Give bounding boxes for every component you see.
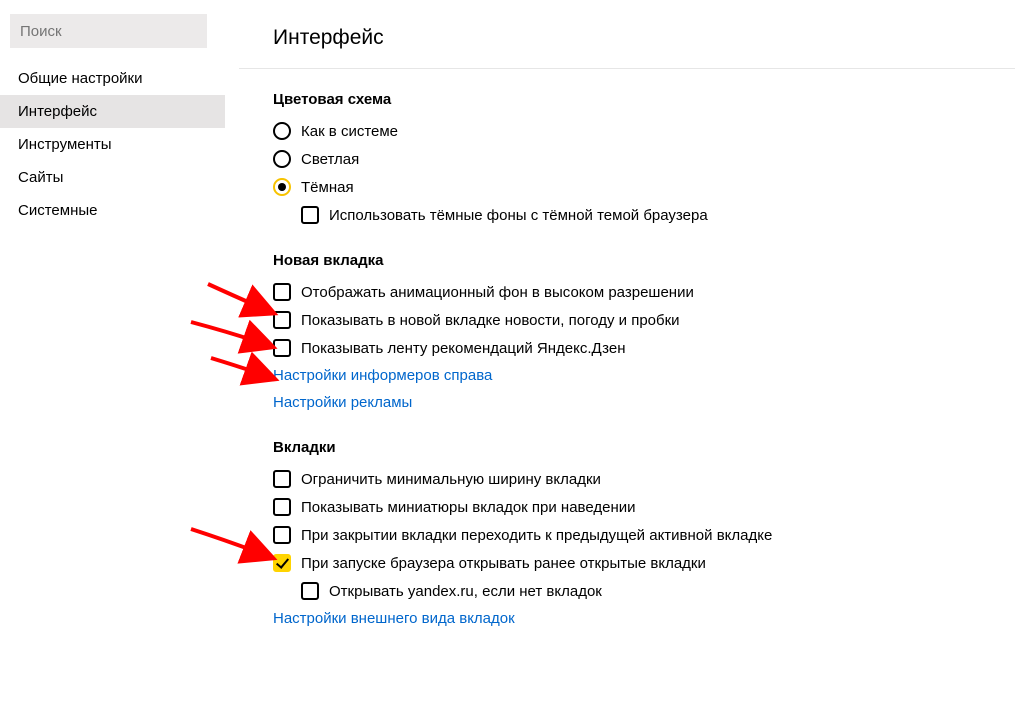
checkbox-label: Показывать в новой вкладке новости, пого… <box>301 312 680 329</box>
checkbox-label: При закрытии вкладки переходить к предыд… <box>301 527 772 544</box>
link-informers[interactable]: Настройки информеров справа <box>273 367 1015 384</box>
section-title-tabs: Вкладки <box>273 439 1015 456</box>
checkbox-prev-active[interactable]: При закрытии вкладки переходить к предыд… <box>273 526 1015 544</box>
checkbox-label: Открывать yandex.ru, если нет вкладок <box>329 583 602 600</box>
checkbox-icon <box>273 498 291 516</box>
sidebar-item-interface[interactable]: Интерфейс <box>0 95 225 128</box>
radio-icon <box>273 178 291 196</box>
sidebar-item-label: Инструменты <box>18 136 112 153</box>
sidebar: Общие настройки Интерфейс Инструменты Са… <box>0 0 225 710</box>
search-input[interactable] <box>10 14 207 48</box>
content: Интерфейс Цветовая схема Как в системе С… <box>239 0 1025 710</box>
checkbox-label: Использовать тёмные фоны с тёмной темой … <box>329 207 708 224</box>
radio-icon <box>273 150 291 168</box>
checkbox-icon <box>273 283 291 301</box>
link-tab-appearance[interactable]: Настройки внешнего вида вкладок <box>273 610 1015 627</box>
divider <box>225 0 239 710</box>
checkbox-news-weather[interactable]: Показывать в новой вкладке новости, пого… <box>273 311 1015 329</box>
checkbox-min-width[interactable]: Ограничить минимальную ширину вкладки <box>273 470 1015 488</box>
radio-label: Тёмная <box>301 179 354 196</box>
checkbox-icon <box>273 311 291 329</box>
checkbox-label: Ограничить минимальную ширину вкладки <box>301 471 601 488</box>
sidebar-item-label: Общие настройки <box>18 70 143 87</box>
checkbox-label: Отображать анимационный фон в высоком ра… <box>301 284 694 301</box>
radio-dark[interactable]: Тёмная <box>273 178 1015 196</box>
sidebar-item-label: Системные <box>18 202 97 219</box>
sidebar-item-system[interactable]: Системные <box>0 194 225 227</box>
checkbox-label: Показывать ленту рекомендаций Яндекс.Дзе… <box>301 340 626 357</box>
section-title-color: Цветовая схема <box>273 91 1015 108</box>
checkbox-icon <box>273 526 291 544</box>
page-title: Интерфейс <box>273 26 1015 50</box>
sidebar-item-sites[interactable]: Сайты <box>0 161 225 194</box>
sidebar-item-label: Сайты <box>18 169 63 186</box>
section-title-newtab: Новая вкладка <box>273 252 1015 269</box>
radio-light[interactable]: Светлая <box>273 150 1015 168</box>
checkbox-zen-feed[interactable]: Показывать ленту рекомендаций Яндекс.Дзе… <box>273 339 1015 357</box>
radio-label: Светлая <box>301 151 359 168</box>
sidebar-item-general[interactable]: Общие настройки <box>0 62 225 95</box>
checkbox-icon <box>301 206 319 224</box>
checkbox-open-yandex[interactable]: Открывать yandex.ru, если нет вкладок <box>301 582 1015 600</box>
checkbox-icon <box>273 470 291 488</box>
link-ads[interactable]: Настройки рекламы <box>273 394 1015 411</box>
checkbox-dark-bg[interactable]: Использовать тёмные фоны с тёмной темой … <box>301 206 1015 224</box>
checkbox-label: При запуске браузера открывать ранее отк… <box>301 555 706 572</box>
checkbox-restore-tabs[interactable]: При запуске браузера открывать ранее отк… <box>273 554 1015 572</box>
checkbox-anim-bg[interactable]: Отображать анимационный фон в высоком ра… <box>273 283 1015 301</box>
radio-label: Как в системе <box>301 123 398 140</box>
checkbox-thumbnails[interactable]: Показывать миниатюры вкладок при наведен… <box>273 498 1015 516</box>
divider-line <box>239 68 1015 69</box>
checkbox-label: Показывать миниатюры вкладок при наведен… <box>301 499 636 516</box>
checkbox-icon <box>273 339 291 357</box>
radio-system[interactable]: Как в системе <box>273 122 1015 140</box>
checkbox-icon <box>301 582 319 600</box>
sidebar-item-tools[interactable]: Инструменты <box>0 128 225 161</box>
sidebar-item-label: Интерфейс <box>18 103 97 120</box>
checkbox-icon <box>273 554 291 572</box>
radio-icon <box>273 122 291 140</box>
